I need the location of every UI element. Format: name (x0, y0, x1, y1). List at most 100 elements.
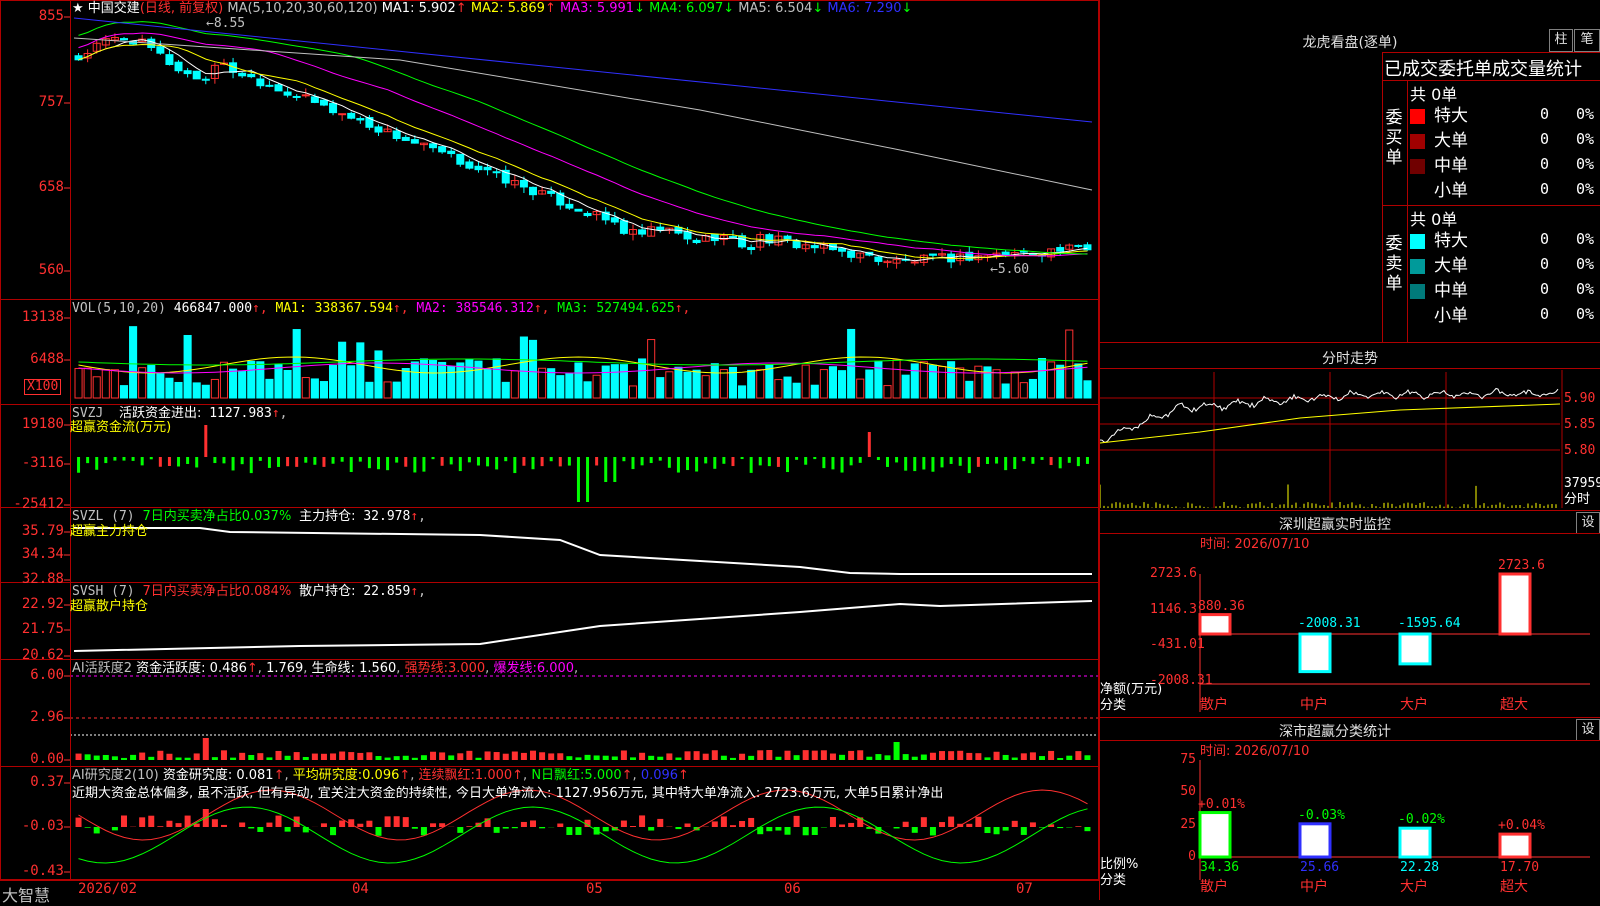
stats-rule (1100, 717, 1600, 718)
monitor-settings-button[interactable]: 设 (1576, 512, 1600, 534)
svzj-header: SVZJ 活跃资金进出: 1127.983↑, (72, 406, 287, 421)
sell-total: 共 0单 (1410, 206, 1457, 230)
main-y-tick: 658 (2, 180, 64, 195)
monitor-bar-value: -2008.31 (1298, 616, 1361, 631)
order-count: 0 (1540, 282, 1549, 297)
main-header: ★ 中国交建(日线, 前复权) MA(5,10,20,30,60,120) MA… (72, 1, 912, 16)
vol-unit-badge[interactable]: X100 (24, 379, 61, 395)
stats-category: 中户 (1300, 880, 1328, 895)
high-price-label: ←8.55 (206, 16, 245, 31)
ai-research-comment: 近期大资金总体偏多, 虽不活跃, 但有异动, 宜关注大资金的持续性, 今日大单净… (72, 786, 1096, 801)
svsh-sub: 超赢散户持仓 (70, 599, 148, 614)
svzl-header: SVZL (7) 7日内买卖净占比0.037% 主力持仓: 32.978↑, (72, 509, 426, 524)
kline-panel[interactable] (0, 0, 1099, 300)
stats-y-tick: 50 (1150, 784, 1196, 799)
tick-view-button[interactable]: 笔 (1574, 29, 1600, 52)
order-size-label: 特大 (1434, 105, 1468, 127)
svzl-sub: 超赢主力持仓 (70, 524, 148, 539)
ma-value-1: MA1: 5.902↑ (382, 1, 471, 16)
order-pct: 0% (1576, 132, 1594, 147)
ai-active-y-tick: 0.00 (2, 752, 64, 767)
order-size-label: 特大 (1434, 230, 1468, 252)
ma-value-2: MA2: 5.869↑ (471, 1, 560, 16)
dragon-rule (1382, 52, 1600, 53)
ai-research-y-tick: -0.43 (2, 864, 64, 879)
stats-value: 22.28 (1400, 860, 1439, 875)
monitor-y-tick: -431.01 (1150, 637, 1196, 652)
brand-label: 大智慧 (2, 882, 50, 906)
size-swatch (1410, 234, 1425, 249)
svzj-y-tick: -25412 (2, 497, 64, 512)
ma-value-5: MA5: 6.504↓ (738, 1, 827, 16)
ma-value-3: MA3: 5.991↓ (560, 1, 649, 16)
size-swatch (1410, 134, 1425, 149)
x-tick: 07 (1016, 882, 1033, 897)
stats-bar (1500, 834, 1530, 857)
intraday-title: 分时走势 (1100, 348, 1600, 368)
monitor-category: 散户 (1200, 698, 1228, 713)
svzj-sub: 超赢资金流(万元) (70, 420, 171, 435)
monitor-bar (1400, 634, 1430, 664)
monitor-bar (1300, 634, 1330, 672)
dragon-subtitle: 已成交委托单成交量统计 (1384, 55, 1582, 81)
x-tick: 04 (352, 882, 369, 897)
stats-category: 大户 (1400, 880, 1428, 895)
svzj-y-tick: 19180 (2, 417, 64, 432)
svsh-y-tick: 22.92 (2, 597, 64, 612)
intraday-y-tick: 5.80 (1564, 443, 1595, 458)
size-swatch (1410, 159, 1425, 174)
ai-active-y-tick: 2.96 (2, 710, 64, 725)
ma-value-4: MA4: 6.097↓ (649, 1, 738, 16)
stats-value: 17.70 (1500, 860, 1539, 875)
vol-ma-3: MA3: 527494.625 (557, 301, 674, 316)
main-y-tick: 855 (2, 9, 64, 24)
order-pct: 0% (1576, 307, 1594, 322)
size-swatch (1410, 259, 1425, 274)
monitor-y-tick: 1146.3 (1150, 602, 1196, 617)
order-pct: 0% (1576, 232, 1594, 247)
dragon-left-rule (1382, 52, 1383, 342)
ai-active-y-tick: 6.00 (2, 668, 64, 683)
order-count: 0 (1540, 307, 1549, 322)
stats-category: 散户 (1200, 880, 1228, 895)
order-size-label: 大单 (1434, 255, 1468, 277)
ai-research-panel[interactable] (0, 766, 1099, 880)
monitor-bar (1200, 615, 1230, 634)
stats-settings-button[interactable]: 设 (1576, 719, 1600, 741)
ma-header: MA(5,10,20,30,60,120) (227, 1, 377, 16)
ma-value-6: MA6: 7.290↓ (827, 1, 912, 16)
stats-x-unit: 分类 (1100, 873, 1126, 888)
period-label: (日线, 前复权) (140, 1, 223, 16)
monitor-category: 大户 (1400, 698, 1428, 713)
vol-header: VOL(5,10,20) 466847.000↑, MA1: 338367.59… (72, 301, 690, 316)
vol-ma-2: MA2: 385546.312 (416, 301, 533, 316)
ma-values: MA1: 5.902↑ MA2: 5.869↑ MA3: 5.991↓ MA4:… (382, 1, 913, 16)
intraday-y-tick: 5.85 (1564, 417, 1595, 432)
order-pct: 0% (1576, 182, 1594, 197)
stats-change: +0.04% (1498, 818, 1545, 833)
sell-side-label: 委卖单 (1384, 234, 1404, 294)
stats-time: 时间: 2026/07/10 (1200, 744, 1309, 759)
low-price-label: ←5.60 (990, 262, 1029, 277)
svsh-header: SVSH (7) 7日内买卖净占比0.084% 散户持仓: 22.859↑, (72, 584, 426, 599)
svzj-y-tick: -3116 (2, 456, 64, 471)
stats-bar (1300, 824, 1330, 857)
order-size-label: 中单 (1434, 155, 1468, 177)
intraday-vol-value: 37959 (1564, 476, 1600, 491)
stats-category: 超大 (1500, 880, 1528, 895)
monitor-category: 超大 (1500, 698, 1528, 713)
size-swatch (1410, 284, 1425, 299)
stats-y-unit: 比例% (1100, 857, 1138, 872)
svsh-y-tick: 21.75 (2, 622, 64, 637)
order-size-label: 大单 (1434, 130, 1468, 152)
monitor-rule (1100, 510, 1600, 511)
column-view-button[interactable]: 柱 (1549, 29, 1573, 52)
stats-title: 深市超赢分类统计 (1100, 721, 1570, 741)
ai-research-y-tick: 0.37 (2, 775, 64, 790)
stats-value: 25.66 (1300, 860, 1339, 875)
stock-name: 中国交建 (88, 1, 140, 16)
stats-bar (1400, 828, 1430, 857)
main-y-tick: 560 (2, 263, 64, 278)
monitor-bar-value: -1595.64 (1398, 616, 1461, 631)
monitor-bar-value: 2723.6 (1498, 558, 1545, 573)
